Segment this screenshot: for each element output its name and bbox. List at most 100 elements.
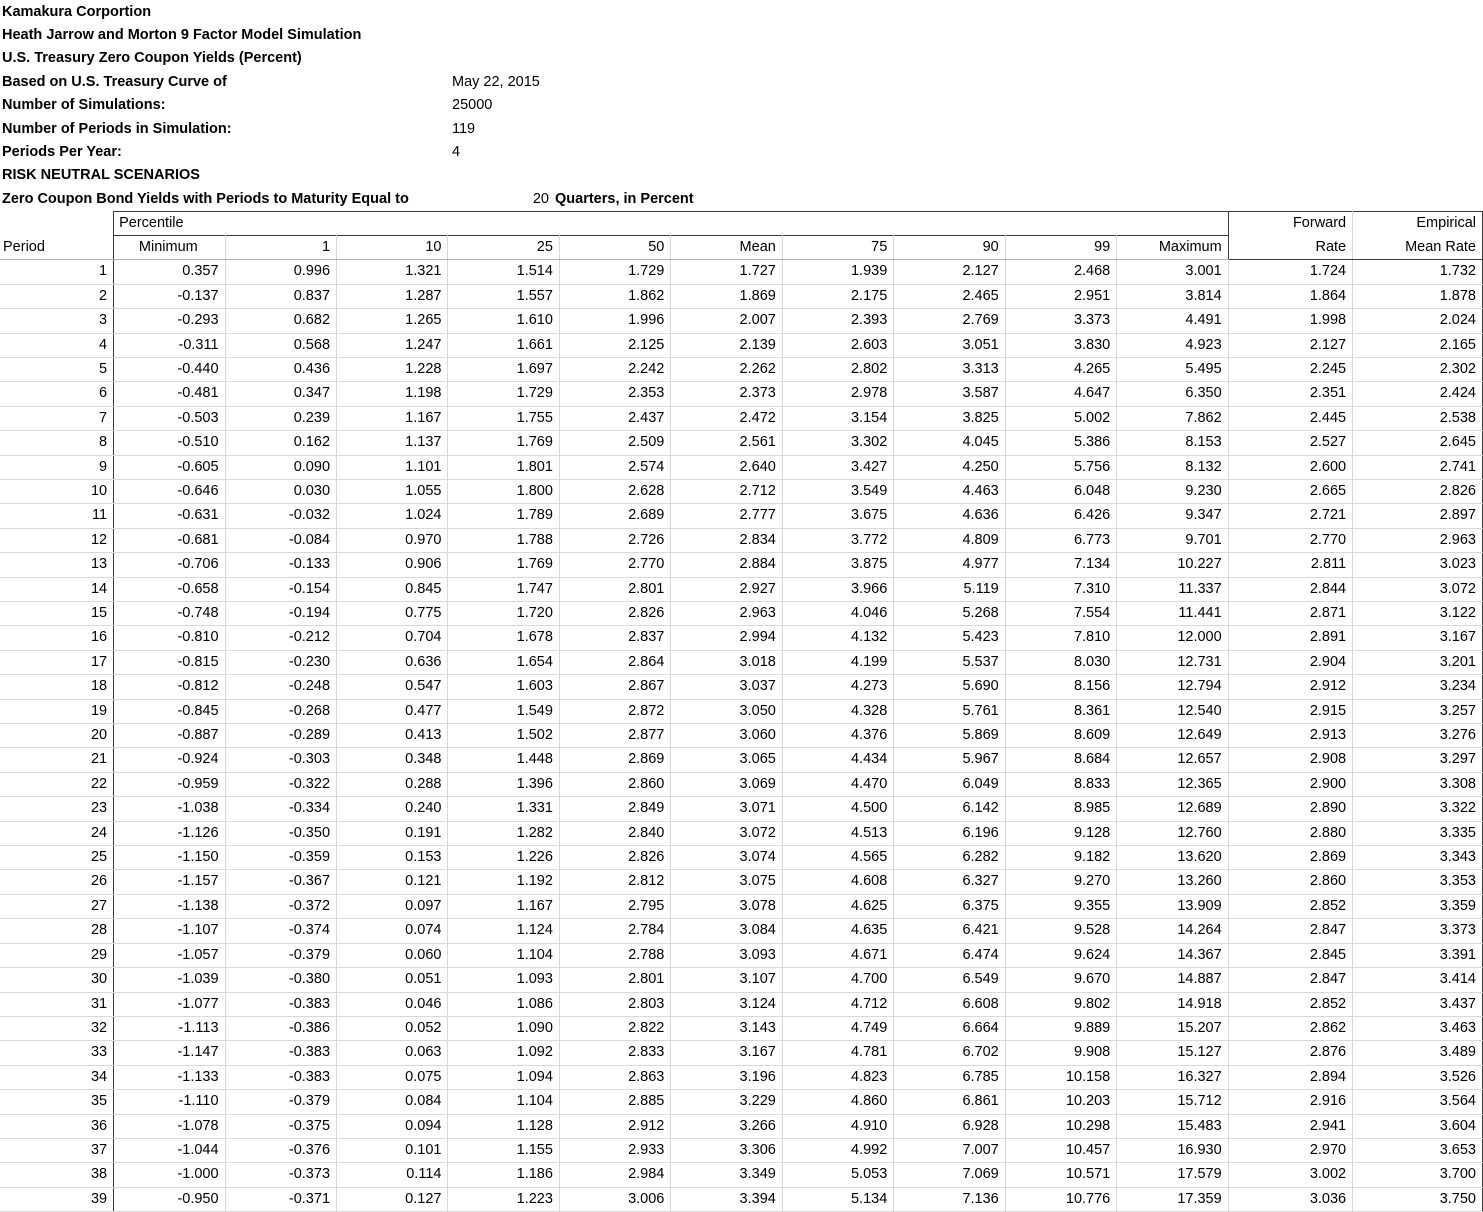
- num-simulations-value: 25000: [452, 97, 493, 114]
- cell-period: 14: [0, 577, 115, 603]
- cell-value: 10.457: [1005, 1138, 1118, 1164]
- cell-value: 9.182: [1005, 845, 1118, 871]
- cell-value: 1.198: [336, 381, 449, 407]
- cell-value: -0.959: [113, 772, 226, 798]
- cell-value: -0.379: [225, 1089, 338, 1115]
- cell-value: -0.605: [113, 455, 226, 480]
- cell-value: -0.084: [225, 528, 338, 554]
- cell-value: 3.966: [782, 577, 895, 603]
- cell-value: 10.571: [1005, 1162, 1118, 1188]
- cell-value: 4.671: [782, 943, 895, 969]
- cell-value: -0.303: [225, 747, 338, 773]
- cell-value: 13.620: [1116, 845, 1229, 871]
- cell-value: -1.039: [113, 967, 226, 993]
- cell-value: 1.155: [447, 1138, 560, 1164]
- cell-value: -0.372: [225, 894, 338, 920]
- cell-value: 3.060: [670, 723, 783, 749]
- cell-value: 2.833: [559, 1040, 672, 1066]
- cell-empirical-mean-rate: 2.538: [1352, 406, 1483, 432]
- table-row: 19 -0.845 -0.268 0.477 1.549 2.872 3.050 4.328 5…: [0, 699, 1483, 725]
- cell-value: -0.268: [225, 699, 338, 725]
- cell-value: 1.321: [336, 259, 449, 285]
- table-row: 38 -1.000 -0.373 0.114 1.186 2.984 3.349 5.053 7…: [0, 1162, 1483, 1188]
- periods-per-year-row: Periods Per Year: 4: [0, 140, 1483, 163]
- cell-forward-rate: 2.880: [1227, 821, 1354, 847]
- cell-period: 5: [0, 357, 115, 383]
- cell-value: 8.684: [1005, 747, 1118, 773]
- cell-value: 3.313: [893, 357, 1006, 383]
- cell-value: 8.985: [1005, 796, 1118, 822]
- cell-value: 3.037: [670, 674, 783, 700]
- cell-value: -0.440: [113, 357, 226, 383]
- cell-value: 0.348: [336, 747, 449, 773]
- cell-value: 12.000: [1116, 625, 1229, 651]
- cell-value: 1.939: [782, 259, 895, 285]
- cell-forward-rate: 2.845: [1227, 943, 1354, 969]
- cell-value: 13.260: [1116, 869, 1229, 895]
- cell-forward-rate: 2.527: [1227, 430, 1354, 456]
- cell-value: 0.063: [336, 1040, 449, 1066]
- cell-value: 2.437: [559, 406, 672, 432]
- cell-value: -0.815: [113, 650, 226, 676]
- cell-value: 6.049: [893, 772, 1006, 798]
- cell-value: 3.065: [670, 747, 783, 773]
- cell-period: 27: [0, 894, 115, 920]
- cell-value: 3.427: [782, 455, 895, 480]
- cell-value: 3.394: [670, 1187, 783, 1212]
- cell-value: -0.032: [225, 503, 338, 529]
- cell-value: 6.608: [893, 992, 1006, 1017]
- cell-value: 4.923: [1116, 333, 1229, 358]
- cell-value: 0.046: [336, 992, 449, 1017]
- column-header-p25: 25: [447, 234, 560, 261]
- cell-value: 0.127: [336, 1187, 449, 1212]
- cell-forward-rate: 2.852: [1227, 992, 1354, 1017]
- cell-value: 0.239: [225, 406, 338, 432]
- cell-empirical-mean-rate: 2.741: [1352, 455, 1483, 480]
- cell-value: -0.383: [225, 992, 338, 1017]
- table-row: 15 -0.748 -0.194 0.775 1.720 2.826 2.963 4.046 5…: [0, 601, 1483, 627]
- cell-forward-rate: 2.811: [1227, 552, 1354, 578]
- cell-value: 2.788: [559, 943, 672, 969]
- cell-value: 4.463: [893, 479, 1006, 505]
- cell-value: 1.024: [336, 503, 449, 529]
- table-row: 13 -0.706 -0.133 0.906 1.769 2.770 2.884 3.875 4…: [0, 552, 1483, 578]
- cell-value: 2.951: [1005, 284, 1118, 310]
- cell-value: 1.094: [447, 1065, 560, 1091]
- cell-value: 7.134: [1005, 552, 1118, 578]
- empirical-mean-rate-header-line2: Mean Rate: [1352, 235, 1483, 261]
- cell-value: -0.950: [113, 1187, 226, 1212]
- cell-empirical-mean-rate: 3.322: [1352, 796, 1483, 822]
- cell-value: 0.191: [336, 821, 449, 847]
- yields-table: Percentile Forward Empirical Period Mini…: [0, 210, 1483, 1212]
- cell-value: 1.654: [447, 650, 560, 676]
- cell-value: -1.038: [113, 796, 226, 822]
- cell-value: 12.540: [1116, 699, 1229, 725]
- cell-value: 4.625: [782, 894, 895, 920]
- cell-value: 5.967: [893, 747, 1006, 773]
- scenario-type-label: RISK NEUTRAL SCENARIOS: [2, 167, 200, 184]
- cell-forward-rate: 2.890: [1227, 796, 1354, 822]
- cell-value: 2.393: [782, 308, 895, 334]
- cell-value: 15.483: [1116, 1114, 1229, 1139]
- cell-value: 1.755: [447, 406, 560, 432]
- cell-value: -1.138: [113, 894, 226, 920]
- cell-value: -0.379: [225, 943, 338, 969]
- cell-value: 0.075: [336, 1065, 449, 1091]
- cell-value: 0.030: [225, 479, 338, 505]
- cell-value: 3.349: [670, 1162, 783, 1188]
- cell-value: 9.270: [1005, 869, 1118, 895]
- cell-value: 2.912: [559, 1114, 672, 1139]
- cell-forward-rate: 2.869: [1227, 845, 1354, 871]
- cell-value: 4.809: [893, 528, 1006, 554]
- cell-value: 1.092: [447, 1040, 560, 1066]
- cell-value: 1.226: [447, 845, 560, 871]
- cell-forward-rate: 2.844: [1227, 577, 1354, 603]
- cell-period: 8: [0, 430, 115, 456]
- cell-period: 18: [0, 674, 115, 700]
- cell-value: 4.273: [782, 674, 895, 700]
- cell-value: 2.127: [893, 259, 1006, 285]
- cell-value: 3.018: [670, 650, 783, 676]
- cell-empirical-mean-rate: 2.645: [1352, 430, 1483, 456]
- cell-value: 9.908: [1005, 1040, 1118, 1066]
- cell-value: 1.720: [447, 601, 560, 627]
